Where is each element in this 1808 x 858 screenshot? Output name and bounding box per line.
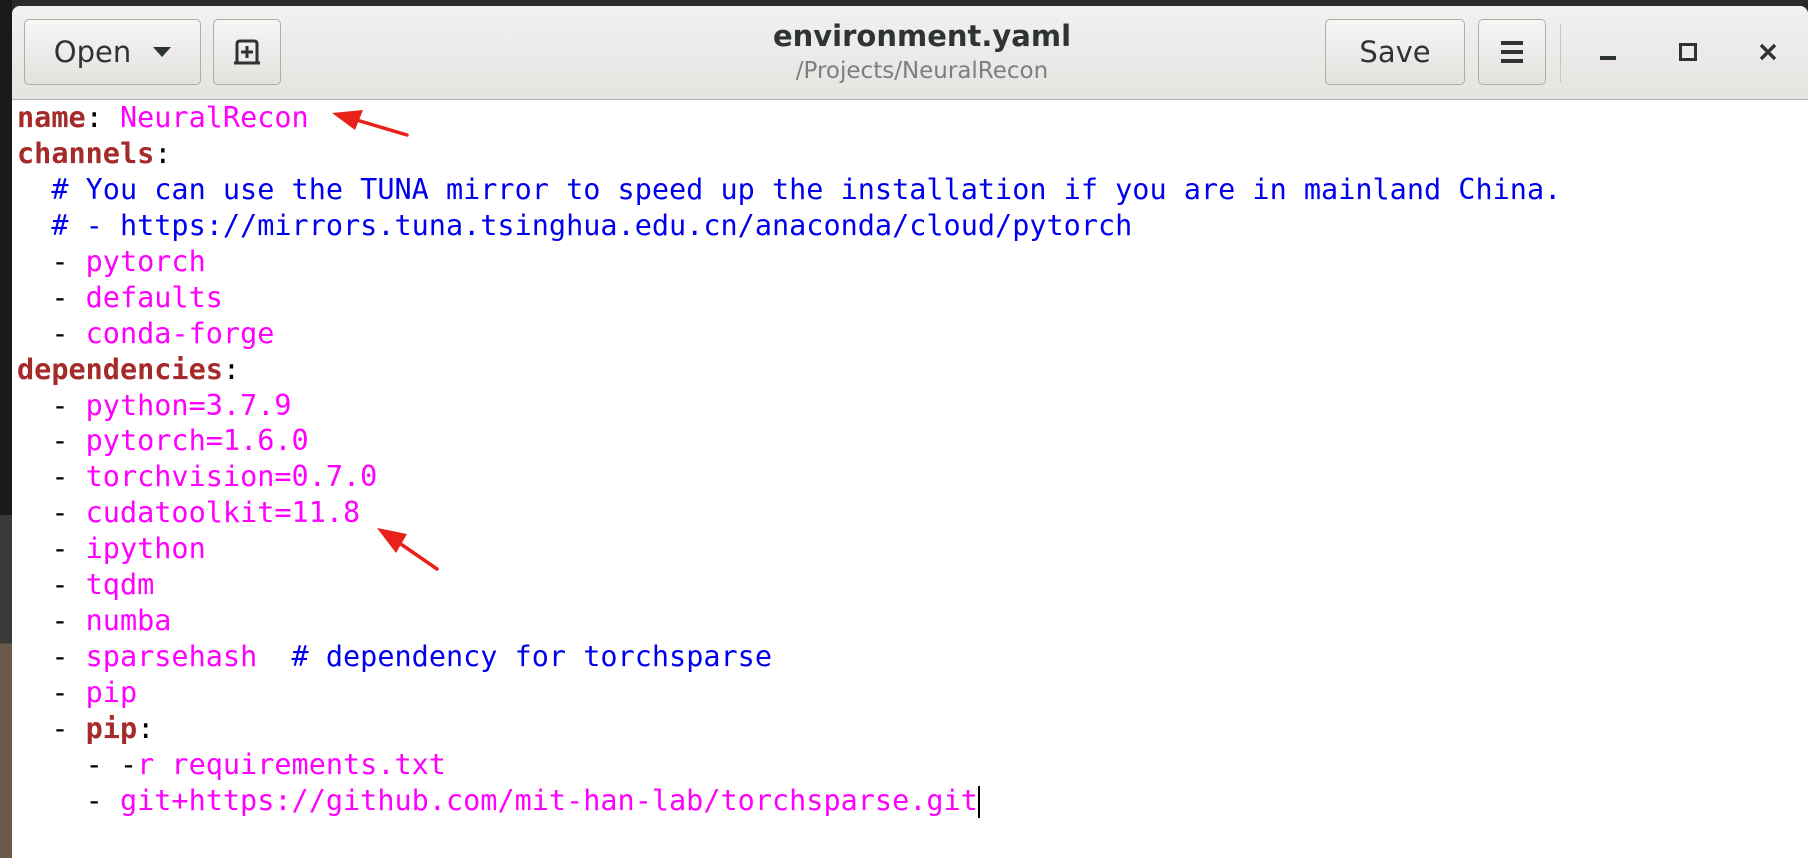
code-line: - pip: [12,711,1808,747]
yaml-key: pip [85,711,138,745]
code-line: dependencies: [12,352,1808,388]
file-path: /Projects/NeuralRecon [795,58,1049,84]
header-bar: Open environment.yaml /Projects/NeuralRe… [12,6,1808,100]
code-line: - numba [12,603,1808,639]
yaml-value: git+https://github.com/mit-han-lab/torch… [119,783,978,817]
yaml-dash: - - [17,747,138,781]
yaml-separator: : [85,101,120,134]
yaml-value: ipython [85,532,206,566]
yaml-key: dependencies [17,352,223,386]
menu-button[interactable] [1478,19,1546,85]
yaml-value: pytorch=1.6.0 [85,424,309,458]
yaml-dash: - [17,568,86,602]
code-line: # You can use the TUNA mirror to speed u… [12,172,1808,208]
save-button[interactable]: Save [1325,19,1465,85]
yaml-dash: - [17,244,86,278]
code-line: channels: [12,136,1808,172]
yaml-value: pytorch [85,244,206,278]
yaml-dash: - [17,388,86,422]
yaml-dash: - [17,316,86,350]
yaml-dash: - [17,532,86,566]
title-area: environment.yaml /Projects/NeuralRecon [612,16,1232,86]
yaml-value: conda-forge [85,316,275,350]
yaml-separator: : [222,352,241,386]
yaml-value: NeuralRecon [119,101,309,134]
minimize-icon [1600,56,1616,60]
code-line: name: NeuralRecon [12,100,1808,136]
header-separator [1560,24,1561,82]
chevron-down-icon [153,47,172,57]
open-button[interactable]: Open [24,19,201,85]
maximize-button[interactable] [1660,26,1716,78]
hamburger-menu-icon [1501,41,1523,63]
yaml-comment: # dependency for torchsparse [257,640,772,674]
minimize-button[interactable] [1580,26,1636,78]
yaml-value: r requirements.txt [137,747,446,781]
yaml-value: numba [85,604,172,638]
desktop-background [0,0,12,858]
yaml-value: defaults [85,280,223,314]
code-line: - pytorch=1.6.0 [12,423,1808,459]
new-document-button[interactable] [213,19,281,85]
code-line: - conda-forge [12,316,1808,352]
text-editor-window: Open environment.yaml /Projects/NeuralRe… [12,6,1808,858]
yaml-dash: - [17,711,86,745]
close-icon [1759,43,1777,61]
yaml-key: channels [17,136,155,170]
yaml-value: pip [85,676,138,709]
code-line: - pip [12,675,1808,711]
open-button-label: Open [53,35,132,69]
yaml-value: sparsehash [85,640,258,674]
code-line: - sparsehash # dependency for torchspars… [12,639,1808,675]
code-line: - torchvision=0.7.0 [12,459,1808,495]
code-line: - tqdm [12,567,1808,603]
yaml-dash: - [17,783,120,817]
yaml-dash: - [17,280,86,314]
yaml-dash: - [17,460,86,494]
yaml-dash: - [17,424,86,458]
yaml-dash: - [17,496,86,530]
new-document-icon [234,39,260,65]
code-line: - defaults [12,280,1808,316]
maximize-icon [1679,43,1697,61]
yaml-value: python=3.7.9 [85,388,292,422]
yaml-comment: # - https://mirrors.tuna.tsinghua.edu.cn… [17,208,1133,242]
code-line: - -r requirements.txt [12,747,1808,783]
yaml-dash: - [17,604,86,638]
yaml-value: tqdm [85,568,155,602]
yaml-key: name [17,101,86,134]
code-line: - git+https://github.com/mit-han-lab/tor… [12,783,1808,819]
text-editor-area[interactable]: name: NeuralRecon channels: # You can use… [12,100,1808,858]
yaml-value: cudatoolkit=11.8 [85,496,361,530]
yaml-dash: - [17,640,86,674]
yaml-separator: : [137,711,155,745]
yaml-separator: : [154,136,172,170]
code-line: - pytorch [12,244,1808,280]
code-line: - cudatoolkit=11.8 [12,495,1808,531]
yaml-dash: - [17,676,86,709]
code-line: # - https://mirrors.tuna.tsinghua.edu.cn… [12,208,1808,244]
code-line: - python=3.7.9 [12,388,1808,424]
code-line: - ipython [12,531,1808,567]
close-button[interactable] [1740,26,1796,78]
window-title: environment.yaml [772,19,1072,53]
yaml-comment: # You can use the TUNA mirror to speed u… [17,172,1562,206]
yaml-value: torchvision=0.7.0 [85,460,378,494]
text-cursor [977,785,980,818]
